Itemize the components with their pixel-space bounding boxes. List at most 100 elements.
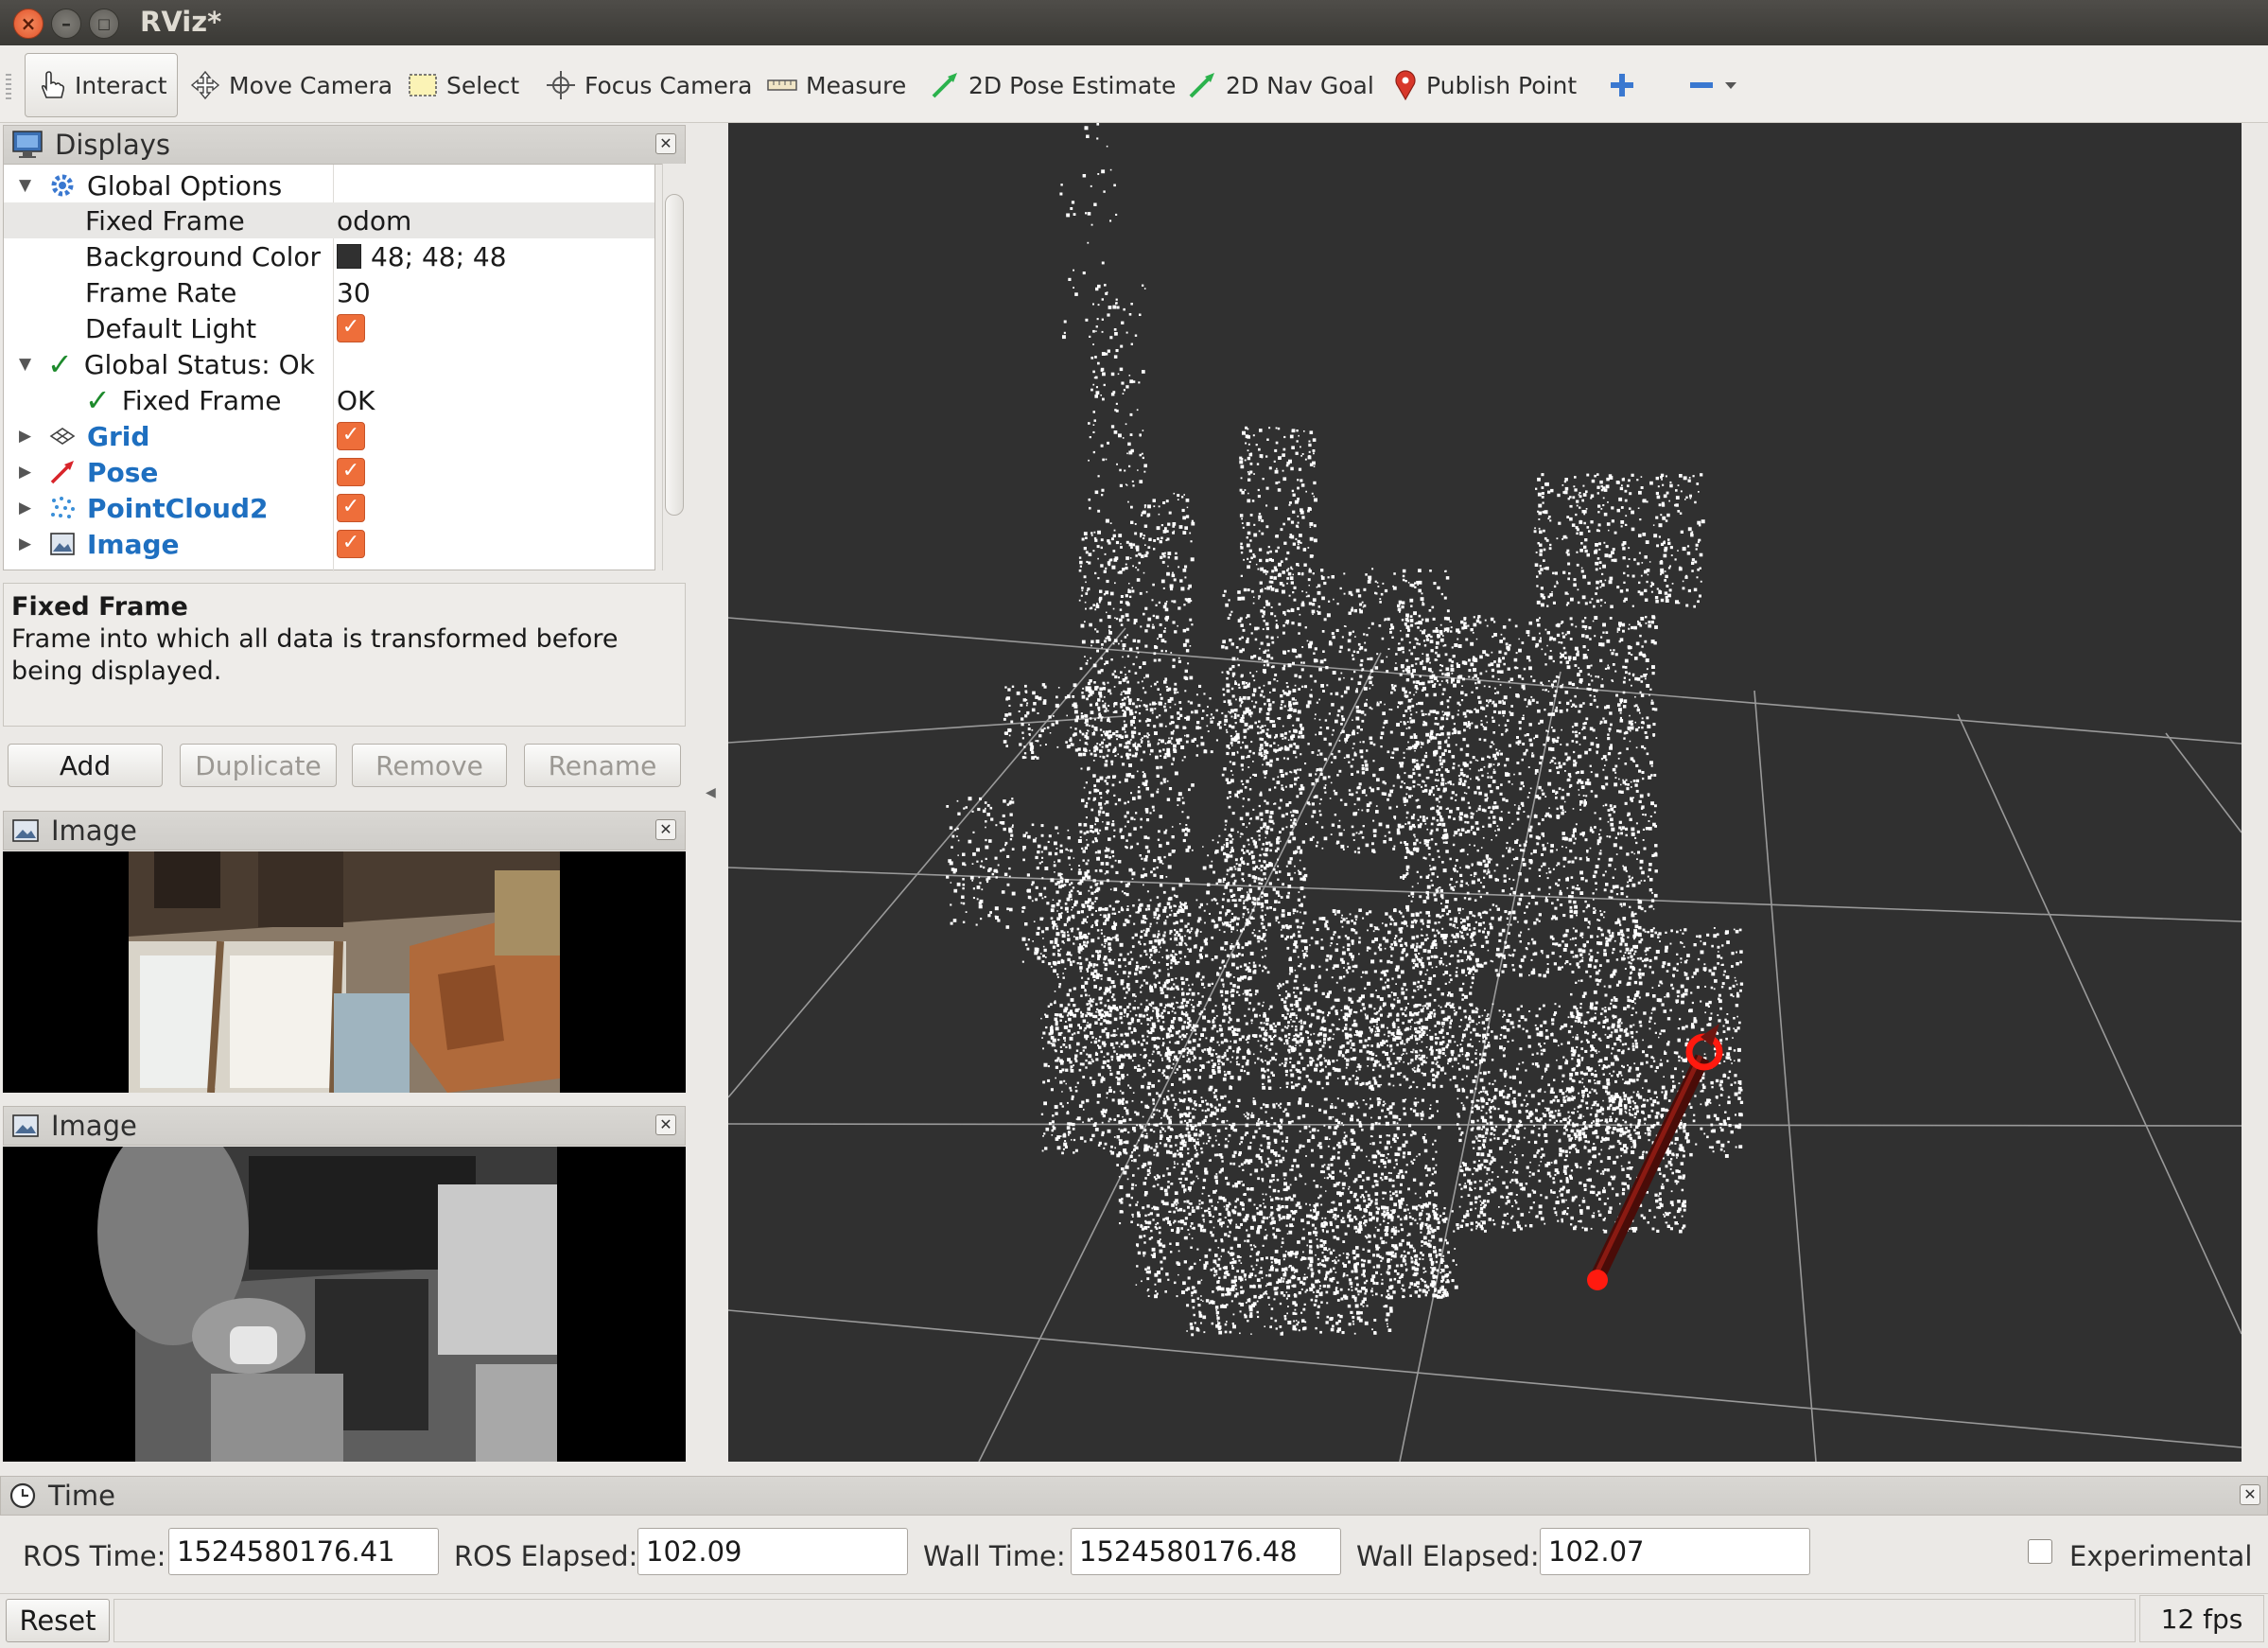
image-panel-title-1: Image: [51, 815, 137, 847]
expand-arrow-icon[interactable]: ▶: [19, 535, 31, 553]
tree-row-global-status[interactable]: ▼ ✓ Global Status: Ok: [4, 346, 654, 382]
fps-readout: 12 fps: [2139, 1595, 2264, 1642]
background-color-value[interactable]: 48; 48; 48: [371, 241, 507, 272]
help-title: Fixed Frame: [11, 592, 188, 622]
green-arrow-icon: [1186, 69, 1218, 101]
tree-row-background-color[interactable]: Background Color 48; 48; 48: [4, 238, 654, 274]
time-panel-header: Time: [0, 1476, 2268, 1516]
remove-display-button[interactable]: Remove: [352, 744, 507, 787]
color-swatch[interactable]: [337, 244, 361, 269]
add-display-button[interactable]: Add: [8, 744, 163, 787]
tree-row-status-fixed-frame[interactable]: ✓ Fixed Frame OK: [4, 382, 654, 418]
reset-button[interactable]: Reset: [6, 1599, 110, 1642]
window-maximize-button[interactable]: □: [89, 9, 119, 39]
tool-select[interactable]: Select: [397, 53, 529, 117]
image-panel-header-2: Image: [3, 1106, 686, 1146]
duplicate-display-button[interactable]: Duplicate: [180, 744, 337, 787]
tree-row-fixed-frame[interactable]: Fixed Frame odom: [4, 202, 654, 238]
experimental-checkbox[interactable]: [2028, 1539, 2052, 1564]
tool-interact[interactable]: Interact: [25, 53, 178, 117]
image-view-rgb: [3, 851, 686, 1093]
add-tool-button[interactable]: [1598, 53, 1646, 117]
wall-time-label: Wall Time:: [923, 1540, 1066, 1572]
displays-scrollbar-thumb[interactable]: [665, 194, 684, 516]
image-label: Image: [87, 528, 180, 560]
tool-focus-camera-label: Focus Camera: [584, 71, 753, 99]
right-panel-collapsed[interactable]: [2245, 123, 2268, 1462]
expand-arrow-icon[interactable]: ▼: [19, 176, 31, 195]
expand-arrow-icon[interactable]: ▶: [19, 499, 31, 517]
background-color-label: Background Color: [85, 240, 322, 272]
ros-elapsed-label: ROS Elapsed:: [454, 1540, 638, 1572]
window-minimize-button[interactable]: –: [51, 9, 81, 39]
image-icon: [49, 531, 76, 557]
frame-rate-label: Frame Rate: [85, 276, 237, 308]
image-panel-close-button-1[interactable]: ✕: [655, 819, 676, 840]
plus-icon: [1608, 71, 1636, 99]
fixed-frame-value[interactable]: odom: [337, 205, 411, 237]
pointcloud-icon: [49, 495, 76, 521]
time-panel-close-button[interactable]: ✕: [2240, 1484, 2260, 1505]
grid-icon: [49, 425, 76, 447]
expand-arrow-icon[interactable]: ▼: [19, 355, 31, 374]
tool-move-camera-label: Move Camera: [229, 71, 393, 99]
checkmark-icon: ✓: [85, 382, 111, 418]
pose-arrow: [1587, 1024, 1723, 1290]
pose-label: Pose: [87, 456, 159, 488]
grid-checkbox[interactable]: ✓: [337, 422, 365, 450]
ros-time-field[interactable]: 1524580176.41: [168, 1528, 439, 1575]
left-splitter-handle[interactable]: ◀: [706, 785, 716, 800]
image-view-mono: [3, 1147, 686, 1462]
default-light-checkbox[interactable]: ✓: [337, 314, 365, 342]
tree-row-default-light[interactable]: Default Light ✓: [4, 310, 654, 346]
window-title: RViz*: [140, 6, 222, 38]
displays-tree: ▼ Global Options Fixed Frame odom Backgr…: [3, 164, 655, 571]
tree-row-global-options[interactable]: ▼ Global Options: [4, 167, 654, 203]
ros-elapsed-field[interactable]: 102.09: [637, 1528, 908, 1575]
tree-row-pointcloud2[interactable]: ▶ PointCloud2 ✓: [4, 490, 654, 526]
grid-label: Grid: [87, 420, 150, 452]
chevron-down-icon: [1723, 79, 1738, 92]
property-help-box: Fixed Frame Frame into which all data is…: [3, 583, 686, 727]
pointcloud2-label: PointCloud2: [87, 492, 269, 524]
hand-pointer-icon: [35, 69, 67, 101]
tool-focus-camera[interactable]: Focus Camera: [535, 53, 761, 117]
tool-publish-point[interactable]: Publish Point: [1383, 53, 1586, 117]
rename-display-button[interactable]: Rename: [524, 744, 681, 787]
tree-row-image[interactable]: ▶ Image ✓: [4, 526, 654, 562]
expand-arrow-icon[interactable]: ▶: [19, 463, 31, 482]
wall-elapsed-field[interactable]: 102.07: [1540, 1528, 1810, 1575]
image-panel-close-button-2[interactable]: ✕: [655, 1114, 676, 1135]
window-close-button[interactable]: ×: [13, 9, 44, 39]
render-view-3d[interactable]: [728, 123, 2242, 1462]
tool-2d-pose-estimate[interactable]: 2D Pose Estimate: [919, 53, 1185, 117]
global-options-label: Global Options: [87, 169, 283, 202]
expand-arrow-icon[interactable]: ▶: [19, 427, 31, 446]
tool-move-camera[interactable]: Move Camera: [180, 53, 402, 117]
toolbar-grip[interactable]: [6, 74, 11, 100]
pose-checkbox[interactable]: ✓: [337, 458, 365, 486]
image-checkbox[interactable]: ✓: [337, 530, 365, 558]
mono-camera-image: [97, 1147, 557, 1462]
pose-arrow-icon: [49, 459, 76, 485]
focus-camera-icon: [545, 69, 577, 101]
status-fixed-frame-value: OK: [337, 384, 375, 416]
pointcloud2-checkbox[interactable]: ✓: [337, 494, 365, 522]
tree-row-pose[interactable]: ▶ Pose ✓: [4, 454, 654, 490]
wall-elapsed-label: Wall Elapsed:: [1356, 1540, 1540, 1572]
tree-row-grid[interactable]: ▶ Grid ✓: [4, 418, 654, 454]
wall-time-field[interactable]: 1524580176.48: [1071, 1528, 1341, 1575]
frame-rate-value[interactable]: 30: [337, 277, 371, 308]
tree-row-frame-rate[interactable]: Frame Rate 30: [4, 274, 654, 310]
tool-2d-nav-goal-label: 2D Nav Goal: [1226, 71, 1374, 99]
remove-tool-button[interactable]: [1678, 53, 1748, 117]
displays-close-button[interactable]: ✕: [655, 133, 676, 154]
status-fixed-frame-label: Fixed Frame: [121, 384, 282, 416]
ros-time-label: ROS Time:: [23, 1540, 166, 1572]
tool-measure[interactable]: Measure: [757, 53, 916, 117]
image-icon: [11, 1113, 40, 1139]
default-light-label: Default Light: [85, 312, 257, 344]
tool-2d-nav-goal[interactable]: 2D Nav Goal: [1177, 53, 1384, 117]
green-arrow-icon: [929, 69, 961, 101]
displays-panel-header: Displays: [3, 125, 686, 165]
